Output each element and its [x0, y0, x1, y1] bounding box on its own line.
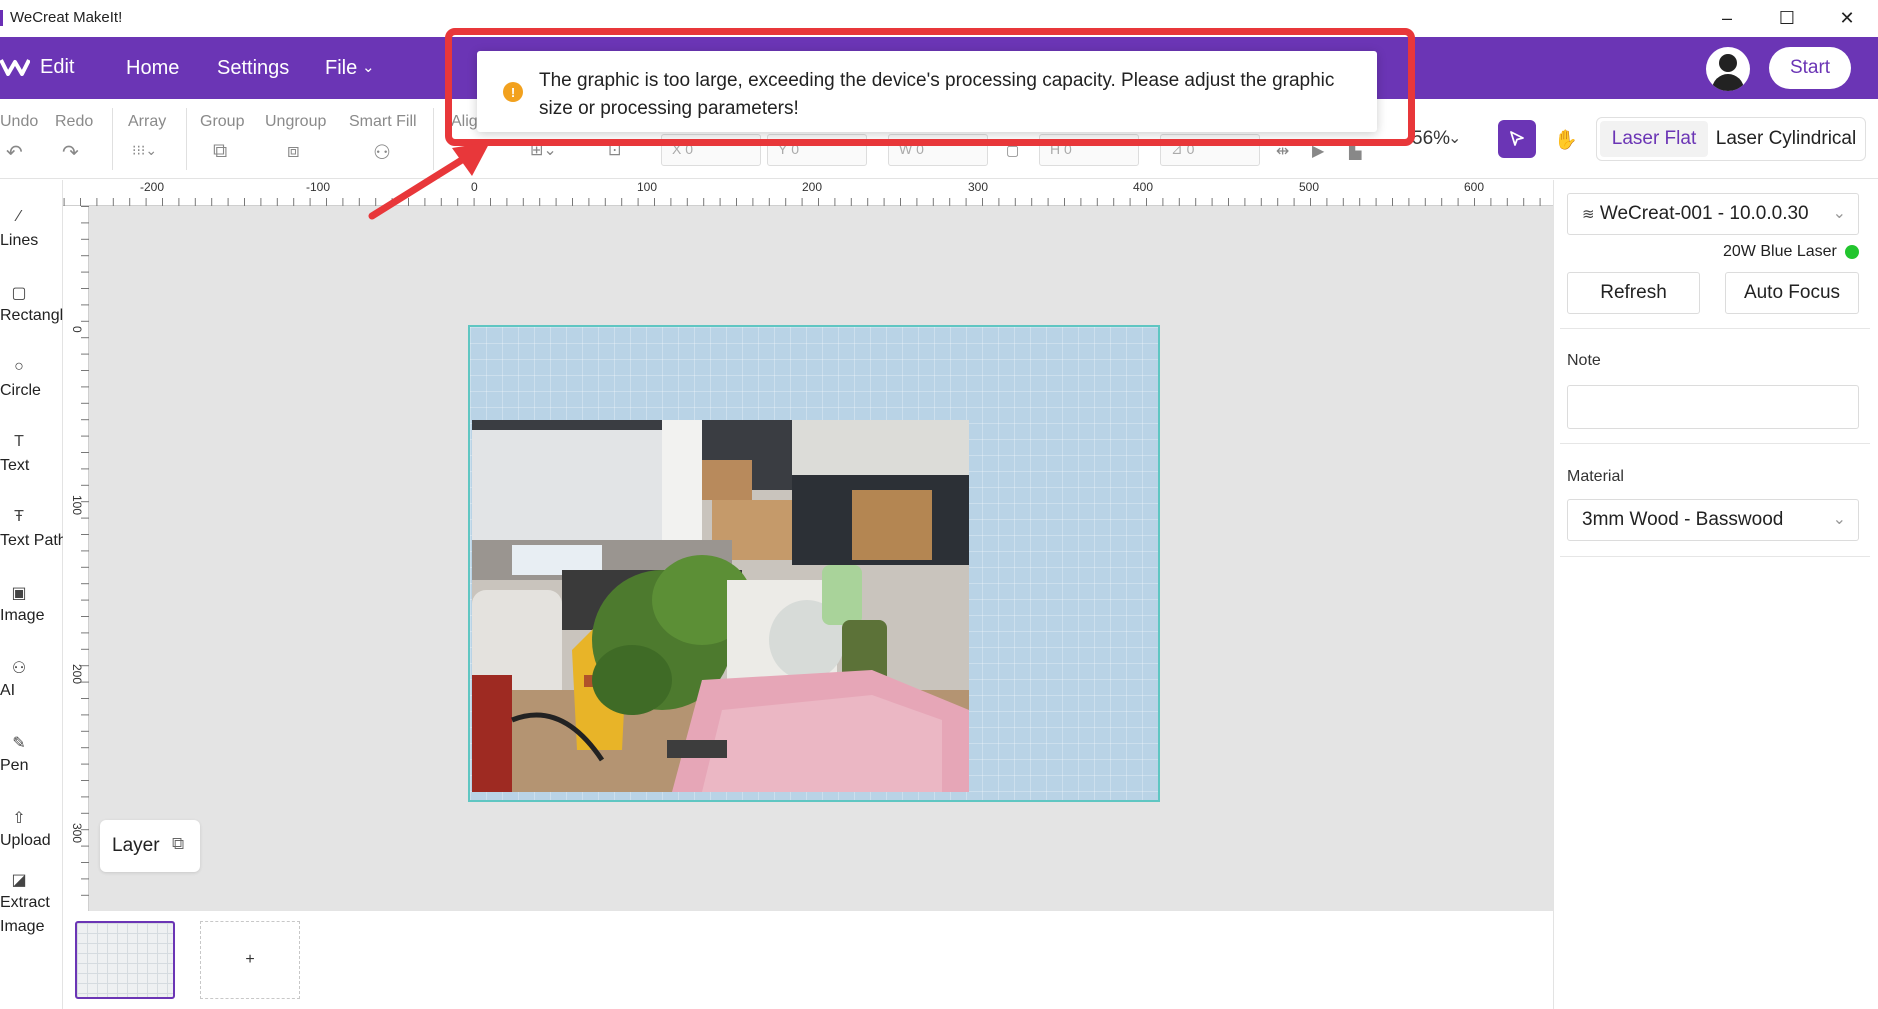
chevron-down-icon: ⌄	[1832, 205, 1846, 222]
laser-cylindrical-tab[interactable]: Laser Cylindrical	[1710, 121, 1862, 157]
text-path-icon[interactable]: Ŧ	[8, 508, 30, 526]
avatar[interactable]	[1706, 47, 1750, 91]
ruler-tick-label: 200	[802, 180, 823, 194]
edit-label: Edit	[40, 56, 75, 78]
cursor-arrow-icon	[1510, 131, 1524, 146]
ruler-tick-label: -100	[306, 180, 331, 194]
panel-divider	[1560, 443, 1870, 444]
ruler-tick-label: -200	[140, 180, 165, 194]
redo-label[interactable]: Redo	[55, 113, 93, 131]
image-icon[interactable]: ▣	[8, 583, 30, 603]
ruler-tick-label-vertical: 0	[70, 326, 84, 333]
expand-icon[interactable]: ⧉	[172, 834, 184, 854]
undo-icon[interactable]: ↶	[6, 140, 23, 165]
sidebar-tool-label[interactable]: Text Path	[0, 532, 67, 550]
sidebar-tool-label[interactable]: Rectangle	[0, 307, 72, 325]
add-page-button[interactable]: +	[200, 921, 300, 999]
window-title: WeCreat MakeIt!	[10, 9, 123, 26]
ungroup-icon[interactable]: ⧈	[287, 140, 300, 163]
auto-focus-button[interactable]: Auto Focus	[1725, 272, 1859, 314]
layer-panel-toggle[interactable]: Layer ⧉	[100, 820, 200, 872]
annotation-highlight-box	[445, 28, 1415, 146]
app-icon	[0, 10, 3, 26]
circle-icon[interactable]: ○	[8, 358, 30, 376]
extract-image-icon[interactable]: ◪	[8, 870, 30, 890]
device-select[interactable]: ≋ WeCreat-001 - 10.0.0.30 ⌄	[1567, 193, 1859, 235]
placed-photo[interactable]	[472, 420, 969, 792]
device-status-dot	[1845, 245, 1859, 259]
ruler-tick-label-vertical: 100	[70, 495, 84, 516]
ruler-tick-label-vertical: 300	[70, 823, 84, 844]
rectangle-icon[interactable]: ▢	[8, 283, 30, 303]
redo-icon[interactable]: ↷	[62, 140, 79, 165]
select-tool-button[interactable]	[1498, 120, 1536, 158]
sidebar-tool-label[interactable]: Circle	[0, 382, 41, 400]
array-label[interactable]: Array	[128, 113, 166, 131]
zoom-chevron-down-icon[interactable]: ⌄	[1448, 128, 1461, 148]
smart-fill-label[interactable]: Smart Fill	[349, 113, 417, 131]
text-icon[interactable]: T	[8, 433, 30, 451]
laser-type-label: 20W Blue Laser	[1723, 243, 1837, 260]
sidebar-tool-label[interactable]: Lines	[0, 232, 38, 250]
user-head-icon	[1719, 54, 1737, 72]
note-input[interactable]	[1567, 385, 1859, 429]
ruler-tick-label: 600	[1464, 180, 1485, 194]
sidebar-tool-label[interactable]: Pen	[0, 757, 28, 775]
chevron-down-icon[interactable]: ⌄	[362, 58, 375, 76]
refresh-button[interactable]: Refresh	[1567, 272, 1700, 314]
ungroup-label[interactable]: Ungroup	[265, 113, 326, 131]
laser-flat-tab[interactable]: Laser Flat	[1600, 121, 1708, 157]
line-icon[interactable]: ⁄	[8, 208, 30, 226]
zoom-level[interactable]: 56%	[1412, 128, 1450, 150]
sidebar-tool-label[interactable]: Image	[0, 607, 44, 625]
ruler-tick-label: 400	[1133, 180, 1154, 194]
sidebar-tool-label[interactable]: AI	[0, 682, 15, 700]
panel-divider	[1560, 328, 1870, 329]
ruler-tick-label-vertical: 200	[70, 664, 84, 685]
annotation-arrow-icon	[368, 142, 490, 220]
panel-divider	[1560, 556, 1870, 557]
wecreat-logo-icon	[0, 59, 30, 76]
material-label: Material	[1567, 468, 1624, 485]
close-button[interactable]: ✕	[1817, 0, 1877, 37]
layer-label: Layer	[112, 835, 160, 856]
toolbar-divider	[186, 108, 187, 170]
sidebar-tool-label[interactable]: Text	[0, 457, 29, 475]
group-label[interactable]: Group	[200, 113, 244, 131]
user-body-icon	[1712, 74, 1744, 91]
maximize-button[interactable]: ☐	[1757, 0, 1817, 37]
group-icon[interactable]: ⧉	[213, 140, 227, 163]
ai-icon[interactable]: ⚇	[8, 658, 30, 678]
nav-home[interactable]: Home	[126, 57, 179, 80]
ruler-ticks-vertical	[63, 206, 89, 911]
page-thumbnail[interactable]	[75, 921, 175, 999]
minimize-button[interactable]: –	[1697, 0, 1757, 37]
array-grid-icon[interactable]: ⁝⁝⁝⌄	[132, 142, 157, 159]
material-value: 3mm Wood - Basswood	[1582, 509, 1784, 530]
sidebar-tool-label[interactable]: Upload	[0, 832, 51, 850]
nav-settings[interactable]: Settings	[217, 57, 289, 80]
pen-icon[interactable]: ✎	[8, 733, 30, 753]
ruler-tick-label: 500	[1299, 180, 1320, 194]
toolbar-divider	[112, 108, 113, 170]
sidebar-tool-label[interactable]: Extract	[0, 894, 50, 912]
upload-icon[interactable]: ⇧	[8, 808, 30, 828]
sidebar-tool-label-line2[interactable]: Image	[0, 918, 44, 936]
vertical-ruler	[63, 206, 89, 911]
chevron-down-icon: ⌄	[1832, 511, 1846, 528]
wifi-icon: ≋	[1582, 206, 1595, 223]
note-label: Note	[1567, 352, 1601, 369]
office-photo-image	[472, 420, 969, 792]
ruler-tick-label: 100	[637, 180, 658, 194]
start-button[interactable]: Start	[1769, 47, 1851, 89]
ruler-tick-label: 300	[968, 180, 989, 194]
nav-file[interactable]: File	[325, 57, 357, 80]
device-name: WeCreat-001 - 10.0.0.30	[1599, 203, 1809, 224]
hand-pan-icon[interactable]: ✋	[1554, 128, 1578, 152]
material-select[interactable]: 3mm Wood - Basswood ⌄	[1567, 499, 1859, 541]
undo-label[interactable]: Undo	[0, 113, 38, 131]
